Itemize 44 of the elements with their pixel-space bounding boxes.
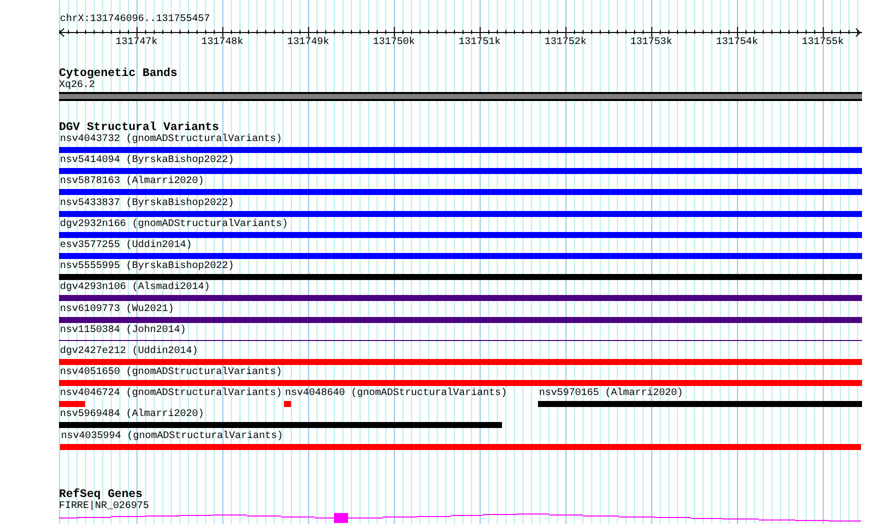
- variant-bar[interactable]: [59, 232, 862, 238]
- variant-bar[interactable]: [59, 189, 862, 196]
- ruler-tick-label: 131747k: [116, 37, 158, 48]
- variant-label: nsv1150384 (John2014): [60, 324, 186, 337]
- variant-label: dgv4293n106 (Alsmadi2014): [60, 282, 210, 294]
- variant-label: nsv5555995 (ByrskaBishop2022): [60, 261, 234, 274]
- variant-label: nsv4051650 (gnomADStructuralVariants): [60, 367, 282, 380]
- variant-label: nsv5433837 (ByrskaBishop2022): [60, 198, 234, 210]
- variant-label: nsv4048640 (gnomADStructuralVariants): [285, 388, 508, 400]
- variant-bar[interactable]: [59, 316, 862, 322]
- variant-bar[interactable]: [59, 295, 862, 302]
- ruler-tick-label: 131752k: [544, 37, 586, 48]
- ruler-tick-label: 131751k: [458, 37, 501, 48]
- ruler-tick-label: 131755k: [802, 37, 844, 48]
- variant-label: nsv5414094 (ByrskaBishop2022): [60, 155, 234, 168]
- variant-label: nsv4046724 (gnomADStructuralVariants): [60, 388, 282, 400]
- band-label: Xq26.2: [59, 80, 96, 92]
- variant-label: dgv2427e212 (Uddin2014): [60, 346, 198, 358]
- track-title: RefSeq Genes: [59, 488, 142, 501]
- ruler-tick-label: 131750k: [372, 37, 415, 48]
- gene-label: FIRRE|NR_026975: [59, 500, 150, 513]
- ruler-tick-label: 131748k: [201, 37, 244, 48]
- variant-label: dgv2932n166 (gnomADStructuralVariants): [60, 218, 288, 231]
- gene-model-drawing[interactable]: [59, 512, 862, 523]
- variant-bar[interactable]: [59, 274, 862, 280]
- variant-bar[interactable]: [538, 401, 862, 408]
- ruler-tick-label: 131754k: [716, 37, 758, 48]
- track-title: Cytogenetic Bands: [59, 67, 178, 80]
- variant-label: nsv5969484 (Almarri2020): [60, 409, 204, 422]
- variant-bar[interactable]: [59, 168, 862, 174]
- variant-bar[interactable]: [59, 422, 502, 428]
- variant-label: esv3577255 (Uddin2014): [60, 240, 192, 252]
- location-text: chrX:131746096..131755457: [59, 12, 212, 27]
- track-title: DGV Structural Variants: [59, 121, 220, 134]
- ruler-tick-label: 131753k: [630, 37, 672, 48]
- ruler-tick-label: 131749k: [287, 37, 330, 48]
- variant-label: nsv5878163 (Almarri2020): [60, 176, 204, 188]
- variant-bar[interactable]: [59, 210, 862, 217]
- variant-label: nsv4043732 (gnomADStructuralVariants): [60, 134, 282, 146]
- variant-bar[interactable]: [59, 252, 862, 259]
- variant-label: nsv4035994 (gnomADStructuralVariants): [61, 430, 284, 443]
- variant-label: nsv5970165 (Almarri2020): [539, 388, 684, 400]
- variant-label: nsv6109773 (Wu2021): [60, 304, 174, 316]
- variant-line[interactable]: [59, 340, 862, 341]
